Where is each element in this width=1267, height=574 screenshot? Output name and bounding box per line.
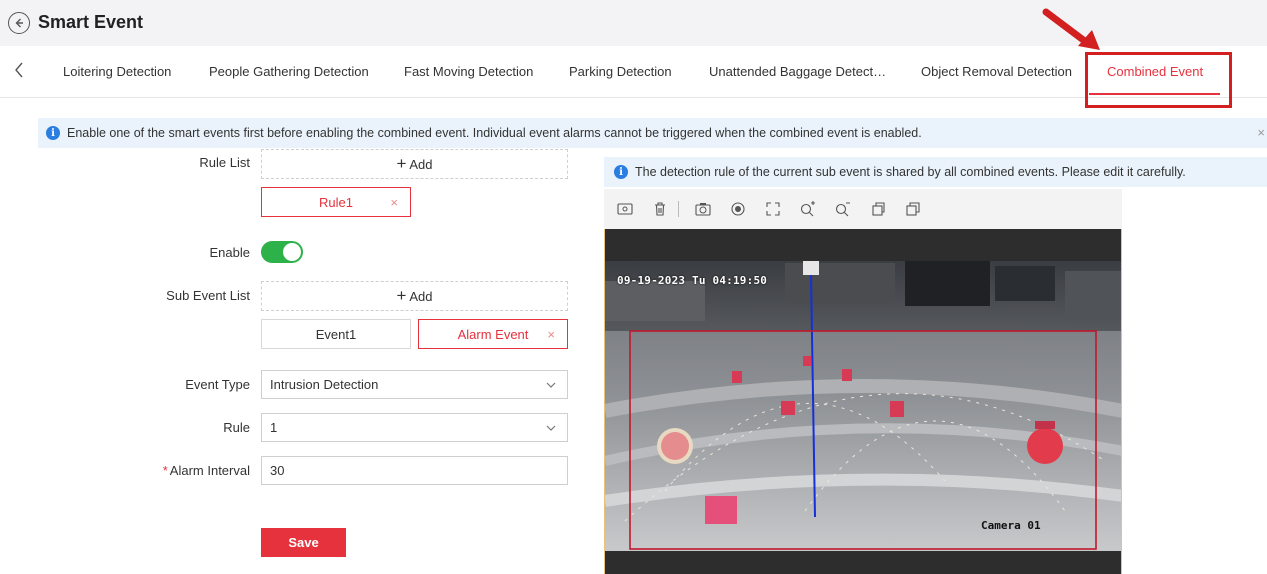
remove-sub-event-icon[interactable]: × <box>547 327 555 342</box>
rule-select[interactable]: 1 <box>261 413 568 442</box>
delete-icon[interactable] <box>649 198 671 220</box>
plus-icon: + <box>396 286 407 305</box>
tab-object-removal-detection[interactable]: Object Removal Detection <box>921 64 1072 79</box>
remove-rule-icon[interactable]: × <box>390 195 398 210</box>
plus-icon: + <box>396 154 407 173</box>
window-icon[interactable] <box>867 198 889 220</box>
rule-chip-rule1[interactable]: Rule1 × <box>261 187 411 217</box>
enable-toggle[interactable] <box>261 241 303 263</box>
tab-parking-detection[interactable]: Parking Detection <box>569 64 672 79</box>
shared-rule-notice: i The detection rule of the current sub … <box>604 157 1267 187</box>
tab-people-gathering-detection[interactable]: People Gathering Detection <box>209 64 369 79</box>
toggle-knob <box>283 243 301 261</box>
chevron-down-icon <box>546 382 556 388</box>
alarm-interval-label-text: Alarm Interval <box>169 463 250 478</box>
alarm-interval-label: * Alarm Interval <box>40 463 250 478</box>
combined-event-notice: i Enable one of the smart events first b… <box>38 118 1267 148</box>
zoom-out-icon[interactable] <box>832 198 854 220</box>
rule-value: 1 <box>270 420 278 435</box>
add-sub-event-button[interactable]: + Add <box>261 281 568 311</box>
add-sub-event-label: Add <box>409 288 433 304</box>
page-title: Smart Event <box>38 12 144 32</box>
record-icon[interactable] <box>727 198 749 220</box>
capture-frame-icon[interactable] <box>614 198 636 220</box>
sub-event-chip-event1[interactable]: Event1 <box>261 319 411 349</box>
tab-fast-moving-detection[interactable]: Fast Moving Detection <box>404 64 533 79</box>
toolbar-divider <box>678 201 679 217</box>
tab-combined-event[interactable]: Combined Event <box>1107 64 1203 79</box>
sub-event-list-label: Sub Event List <box>166 288 250 303</box>
event-type-select[interactable]: Intrusion Detection <box>261 370 568 399</box>
add-rule-button[interactable]: + Add <box>261 149 568 179</box>
sub-event-chip-alarm-event[interactable]: Alarm Event × <box>418 319 568 349</box>
enable-label: Enable <box>209 245 250 260</box>
video-camera-name: Camera 01 <box>981 519 1041 532</box>
sub-event-chip-label: Alarm Event <box>457 326 529 342</box>
event-type-label: Event Type <box>185 377 250 392</box>
event-type-value: Intrusion Detection <box>270 377 379 392</box>
back-arrow-icon[interactable] <box>8 12 30 34</box>
rule-label: Rule <box>223 420 250 435</box>
video-toolbar <box>604 189 1122 229</box>
video-timestamp: 09-19-2023 Tu 04:19:50 <box>617 274 768 287</box>
zoom-in-icon[interactable] <box>797 198 819 220</box>
rule-list-label: Rule List <box>199 155 250 170</box>
rule-chip-label: Rule1 <box>319 194 353 210</box>
notice-text: Enable one of the smart events first bef… <box>67 126 922 140</box>
alarm-interval-input[interactable] <box>261 456 568 485</box>
add-rule-label: Add <box>409 156 433 172</box>
camera-icon[interactable] <box>692 198 714 220</box>
save-button[interactable]: Save <box>261 528 346 557</box>
shared-rule-notice-text: The detection rule of the current sub ev… <box>635 165 1186 179</box>
close-icon[interactable]: × <box>1257 125 1265 140</box>
active-tab-indicator <box>1089 93 1220 95</box>
chevron-down-icon <box>546 425 556 431</box>
sub-event-chip-label: Event1 <box>315 326 357 342</box>
window-restore-icon[interactable] <box>902 198 924 220</box>
fullscreen-icon[interactable] <box>762 198 784 220</box>
live-video-preview[interactable]: 09-19-2023 Tu 04:19:50 Camera 01 <box>604 229 1122 574</box>
camera-frame-image <box>605 261 1121 551</box>
info-icon: i <box>46 126 60 140</box>
tab-loitering-detection[interactable]: Loitering Detection <box>63 64 171 79</box>
chevron-left-icon[interactable] <box>12 60 32 84</box>
tab-unattended-baggage-detection[interactable]: Unattended Baggage Detect… <box>709 64 886 79</box>
page-header: Smart Event <box>0 0 1267 46</box>
required-marker: * <box>162 463 168 478</box>
event-tabs: Loitering Detection People Gathering Det… <box>0 46 1267 98</box>
info-icon: i <box>614 165 628 179</box>
